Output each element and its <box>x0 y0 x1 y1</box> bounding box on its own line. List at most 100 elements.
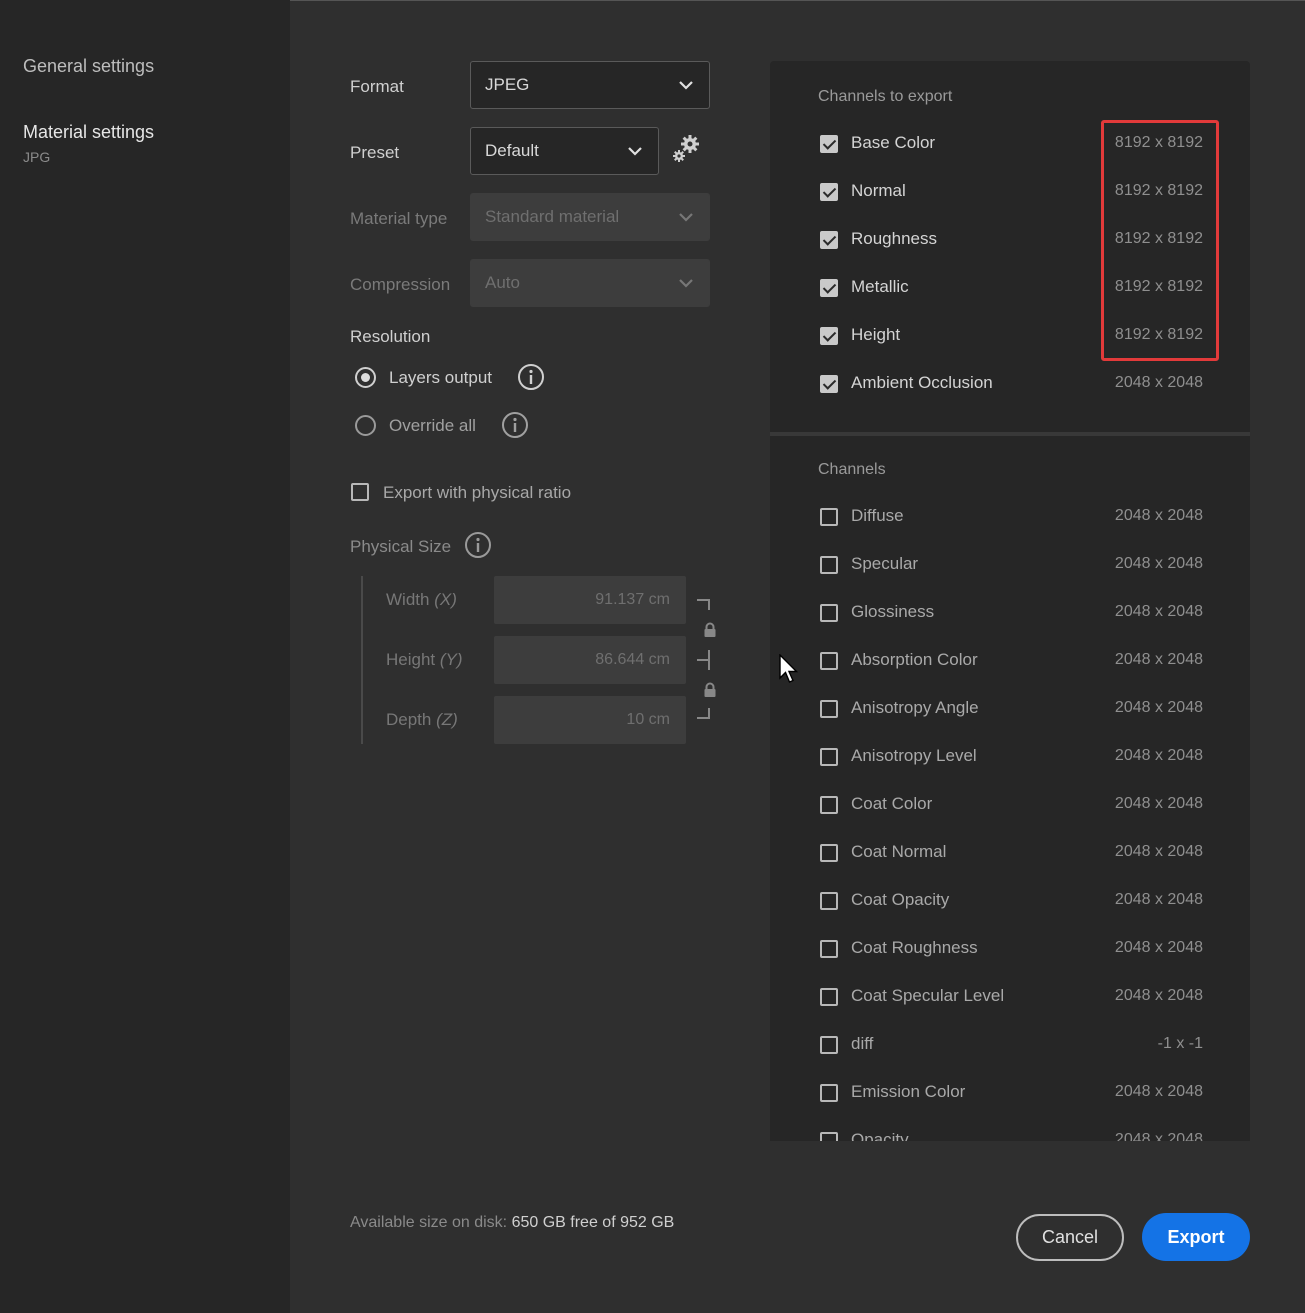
channels-panel: Channels Diffuse 2048 x 2048 Specular 2048 … <box>770 436 1250 1141</box>
channel-checkbox[interactable] <box>820 1036 838 1054</box>
layers-output-label: Layers output <box>389 367 493 387</box>
channel-resolution[interactable]: 2048 x 2048 <box>1115 747 1203 765</box>
channel-row[interactable]: Emission Color 2048 x 2048 <box>770 1073 1250 1113</box>
sidebar-item-material-settings[interactable]: Material settings JPG <box>23 122 154 165</box>
channel-checkbox[interactable] <box>820 556 838 574</box>
channel-resolution[interactable]: 2048 x 2048 <box>1115 603 1203 621</box>
channel-name: Coat Roughness <box>851 938 978 957</box>
channel-checkbox[interactable] <box>820 279 838 297</box>
channel-checkbox[interactable] <box>820 1084 838 1102</box>
info-icon[interactable] <box>501 411 529 439</box>
preset-dropdown[interactable]: Default <box>470 127 659 175</box>
cancel-button[interactable]: Cancel <box>1016 1214 1124 1261</box>
material-type-label: Material type <box>350 209 448 228</box>
channel-checkbox[interactable] <box>820 604 838 622</box>
channel-row[interactable]: Anisotropy Level 2048 x 2048 <box>770 737 1250 777</box>
channels-to-export-panel: Channels to export Base Color 8192 x 8192… <box>770 61 1250 432</box>
channel-resolution[interactable]: 2048 x 2048 <box>1115 843 1203 861</box>
channel-resolution[interactable]: 2048 x 2048 <box>1115 891 1203 909</box>
link-bracket-icon <box>697 599 710 719</box>
info-icon[interactable] <box>464 531 492 559</box>
channel-resolution[interactable]: 2048 x 2048 <box>1115 939 1203 957</box>
channel-checkbox[interactable] <box>820 844 838 862</box>
width-label-text: Width <box>386 590 430 609</box>
depth-label-text: Depth <box>386 710 432 729</box>
channel-name: Metallic <box>851 277 909 296</box>
channel-name: Absorption Color <box>851 650 978 669</box>
channel-checkbox[interactable] <box>820 183 838 201</box>
width-axis: (X) <box>434 590 457 609</box>
lock-icon[interactable] <box>703 682 717 698</box>
height-label: Height (Y) <box>386 650 463 670</box>
channel-resolution[interactable]: 2048 x 2048 <box>1115 795 1203 813</box>
channel-row[interactable]: Opacity 2048 x 2048 <box>770 1121 1250 1141</box>
channel-name: Coat Color <box>851 794 933 813</box>
chevron-down-icon <box>679 213 693 222</box>
channel-name: diff <box>851 1034 874 1053</box>
channel-name: Anisotropy Level <box>851 746 977 765</box>
channel-row[interactable]: Coat Opacity 2048 x 2048 <box>770 881 1250 921</box>
sidebar-item-general-settings[interactable]: General settings <box>23 56 154 77</box>
channel-resolution[interactable]: -1 x -1 <box>1158 1035 1203 1053</box>
channel-checkbox[interactable] <box>820 652 838 670</box>
channel-name: Opacity <box>851 1130 909 1141</box>
channel-checkbox[interactable] <box>820 508 838 526</box>
sidebar: General settings Material settings JPG <box>0 0 290 1313</box>
channel-resolution[interactable]: 2048 x 2048 <box>1115 1083 1203 1101</box>
channel-checkbox[interactable] <box>820 892 838 910</box>
channel-row[interactable]: Coat Specular Level 2048 x 2048 <box>770 977 1250 1017</box>
channel-row[interactable]: Diffuse 2048 x 2048 <box>770 497 1250 537</box>
channel-resolution[interactable]: 2048 x 2048 <box>1115 374 1203 392</box>
layers-output-radio[interactable]: Layers output <box>355 367 492 388</box>
channel-name: Height <box>851 325 901 344</box>
channel-resolution[interactable]: 2048 x 2048 <box>1115 555 1203 573</box>
channel-resolution[interactable]: 2048 x 2048 <box>1115 987 1203 1005</box>
channel-name: Specular <box>851 554 919 573</box>
channel-row[interactable]: Coat Normal 2048 x 2048 <box>770 833 1250 873</box>
channel-name: Glossiness <box>851 602 935 621</box>
channel-row[interactable]: diff -1 x -1 <box>770 1025 1250 1065</box>
info-icon[interactable] <box>517 363 545 391</box>
export-button[interactable]: Export <box>1142 1213 1250 1261</box>
export-physical-ratio-checkbox[interactable] <box>351 483 369 501</box>
channel-row[interactable]: Glossiness 2048 x 2048 <box>770 593 1250 633</box>
channel-checkbox[interactable] <box>820 327 838 345</box>
chevron-down-icon <box>679 81 693 90</box>
channel-checkbox[interactable] <box>820 231 838 249</box>
gear-icon[interactable] <box>670 133 702 165</box>
channel-resolution[interactable]: 2048 x 2048 <box>1115 699 1203 717</box>
channel-row[interactable]: Coat Roughness 2048 x 2048 <box>770 929 1250 969</box>
channel-row[interactable]: Coat Color 2048 x 2048 <box>770 785 1250 825</box>
channel-checkbox[interactable] <box>820 796 838 814</box>
depth-field: 10 cm <box>494 696 686 744</box>
format-dropdown[interactable]: JPEG <box>470 61 710 109</box>
channel-checkbox[interactable] <box>820 135 838 153</box>
preset-label: Preset <box>350 143 400 162</box>
depth-label: Depth (Z) <box>386 710 458 730</box>
channel-row[interactable]: Ambient Occlusion 2048 x 2048 <box>770 364 1250 404</box>
lock-icon[interactable] <box>703 622 717 638</box>
chevron-down-icon <box>679 279 693 288</box>
channel-resolution[interactable]: 2048 x 2048 <box>1115 651 1203 669</box>
channel-row[interactable]: Anisotropy Angle 2048 x 2048 <box>770 689 1250 729</box>
channel-name: Coat Specular Level <box>851 986 1005 1005</box>
channel-checkbox[interactable] <box>820 748 838 766</box>
channel-row[interactable]: Absorption Color 2048 x 2048 <box>770 641 1250 681</box>
sidebar-item-label: Material settings <box>23 122 155 142</box>
channel-resolution[interactable]: 2048 x 2048 <box>1115 507 1203 525</box>
channel-checkbox[interactable] <box>820 988 838 1006</box>
channel-checkbox[interactable] <box>820 940 838 958</box>
compression-dropdown: Auto <box>470 259 710 307</box>
chevron-down-icon <box>628 147 642 156</box>
radio-selected-icon <box>355 367 376 388</box>
sidebar-item-label: General settings <box>23 56 155 76</box>
resolution-label: Resolution <box>350 327 431 346</box>
channel-name: Coat Opacity <box>851 890 950 909</box>
channel-resolution[interactable]: 2048 x 2048 <box>1115 1131 1203 1141</box>
channel-checkbox[interactable] <box>820 700 838 718</box>
channel-checkbox[interactable] <box>820 1132 838 1141</box>
override-all-radio[interactable]: Override all <box>355 415 476 436</box>
channel-checkbox[interactable] <box>820 375 838 393</box>
channel-row[interactable]: Specular 2048 x 2048 <box>770 545 1250 585</box>
disk-space-info: Available size on disk: 650 GB free of 9… <box>350 1214 674 1232</box>
